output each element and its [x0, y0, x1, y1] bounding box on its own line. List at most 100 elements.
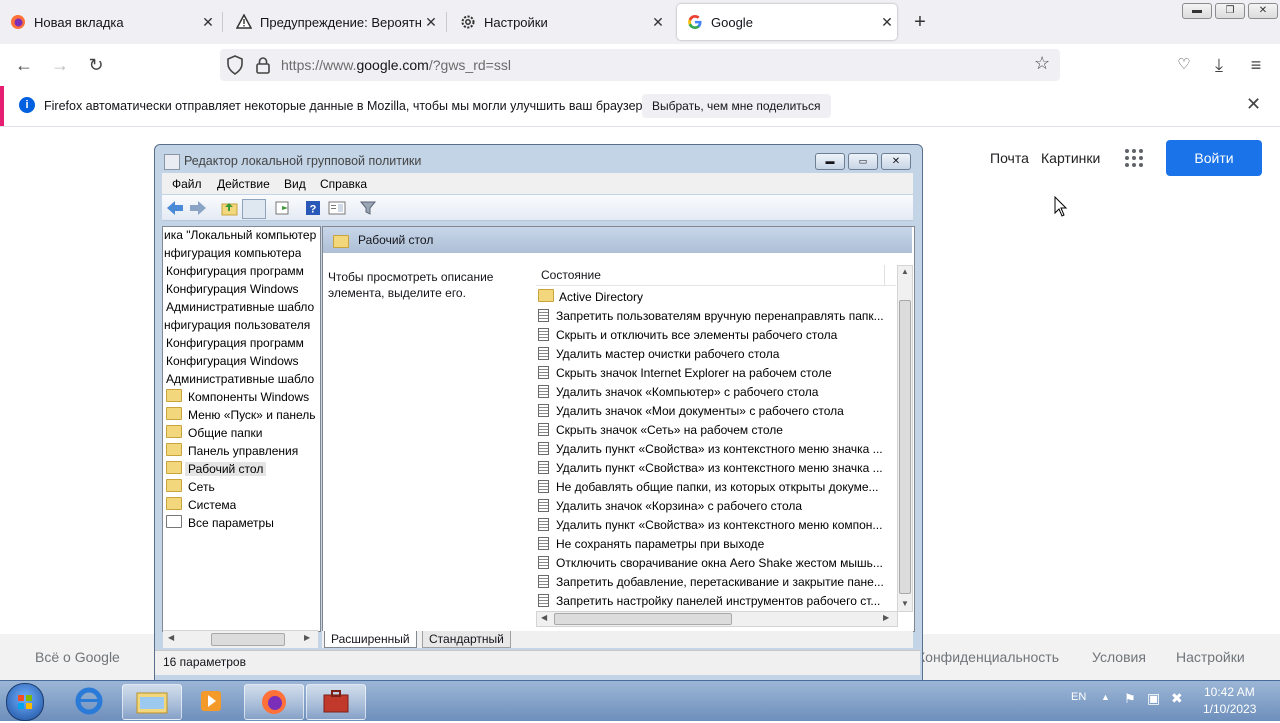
internet-explorer-icon[interactable] — [60, 684, 118, 718]
menu-icon[interactable]: ≡ — [1244, 53, 1268, 77]
menu-help[interactable]: Справка — [320, 177, 367, 191]
scroll-left-icon[interactable]: ◀ — [168, 633, 174, 642]
privacy-link[interactable]: Конфиденциальность — [917, 649, 1059, 665]
list-item[interactable]: Скрыть значок «Сеть» на рабочем столе — [538, 421, 783, 440]
close-icon[interactable]: ✕ — [877, 14, 897, 31]
action-center-flag-icon[interactable]: ⚑ — [1124, 691, 1136, 707]
close-icon[interactable]: ✕ — [421, 14, 441, 31]
gmail-link[interactable]: Почта — [990, 150, 1029, 166]
gpedit-icon[interactable] — [306, 684, 366, 720]
tree-item[interactable]: Панель управления — [166, 442, 298, 460]
url-bar[interactable]: https://www.google.com/?gws_rd=ssl ☆ — [220, 49, 1060, 81]
download-icon[interactable]: ⤓ — [1207, 53, 1231, 77]
restore-button[interactable]: ❐ — [1215, 3, 1245, 19]
tree-item[interactable]: Конфигурация программ — [166, 334, 304, 352]
tree-item[interactable]: Конфигурация Windows — [166, 352, 299, 370]
url-text[interactable]: https://www.google.com/?gws_rd=ssl — [281, 57, 511, 73]
help-icon[interactable]: ? — [305, 200, 323, 216]
list-item[interactable]: Не добавлять общие папки, из которых отк… — [538, 478, 879, 497]
lock-icon[interactable] — [256, 56, 270, 77]
tree-item[interactable]: Меню «Пуск» и панель — [166, 406, 316, 424]
scroll-right-icon[interactable]: ▶ — [883, 613, 889, 622]
tree-item[interactable]: Конфигурация программ — [166, 262, 304, 280]
list-item[interactable]: Отключить сворачивание окна Aero Shake ж… — [538, 554, 883, 573]
tree-item[interactable]: Компоненты Windows — [166, 388, 309, 406]
tree-item[interactable]: Все параметры — [166, 514, 274, 532]
apps-grid-icon[interactable] — [1124, 148, 1144, 171]
tab-new-tab[interactable]: Новая вкладка ✕ — [0, 4, 218, 40]
tab-standard[interactable]: Стандартный — [422, 631, 511, 648]
volume-muted-icon[interactable]: ✖ — [1171, 690, 1183, 707]
reload-icon[interactable]: ↻ — [84, 53, 108, 77]
close-window-button[interactable]: ✕ — [1248, 3, 1278, 19]
settings-link[interactable]: Настройки — [1176, 649, 1245, 665]
properties-icon[interactable] — [328, 200, 346, 216]
tree-item[interactable]: ика "Локальный компьютер — [164, 226, 316, 244]
clock-date[interactable]: 1/10/2023 — [1203, 702, 1256, 716]
list-h-scrollbar[interactable]: ◀ ▶ — [536, 611, 898, 627]
about-google-link[interactable]: Всё о Google — [35, 649, 120, 665]
tab-extended[interactable]: Расширенный — [324, 631, 417, 648]
scroll-thumb[interactable] — [554, 613, 732, 625]
menu-action[interactable]: Действие — [217, 177, 270, 191]
signin-button[interactable]: Войти — [1166, 140, 1262, 176]
back-arrow-icon[interactable] — [166, 200, 184, 216]
list-item[interactable]: Запретить пользователям вручную перенапр… — [538, 307, 884, 326]
close-icon[interactable]: ✕ — [648, 14, 668, 31]
list-item[interactable]: Удалить значок «Мои документы» с рабочег… — [538, 402, 844, 421]
start-orb-icon[interactable] — [6, 683, 44, 721]
scroll-down-icon[interactable]: ▼ — [901, 599, 909, 608]
list-item[interactable]: Active Directory — [538, 288, 643, 307]
scroll-thumb[interactable] — [899, 300, 911, 594]
shield-icon[interactable] — [226, 55, 244, 78]
tab-warning[interactable]: Предупреждение: Вероятная у ✕ — [226, 4, 441, 40]
choose-data-button[interactable]: Выбрать, чем мне поделиться — [642, 94, 831, 118]
minimize-button[interactable]: ▬ — [1182, 3, 1212, 19]
column-state[interactable]: Состояние — [541, 268, 601, 282]
list-item[interactable]: Запретить настройку панелей инструментов… — [538, 592, 880, 611]
tree-item[interactable]: нфигурация пользователя — [164, 316, 310, 334]
list-v-scrollbar[interactable]: ▲ ▼ — [897, 265, 913, 612]
list-item[interactable]: Удалить значок «Корзина» с рабочего стол… — [538, 497, 802, 516]
images-link[interactable]: Картинки — [1041, 150, 1100, 166]
tree-item[interactable]: Система — [166, 496, 236, 514]
clock-time[interactable]: 10:42 AM — [1204, 685, 1255, 699]
forward-arrow-icon[interactable]: → — [48, 53, 72, 77]
tree-item[interactable]: Конфигурация Windows — [166, 280, 299, 298]
tab-google[interactable]: Google ✕ — [677, 4, 897, 40]
close-icon[interactable]: ✕ — [198, 14, 218, 31]
language-indicator[interactable]: EN — [1071, 691, 1086, 703]
show-tree-icon[interactable] — [242, 199, 266, 219]
forward-arrow-icon[interactable] — [189, 200, 207, 216]
scroll-left-icon[interactable]: ◀ — [541, 613, 547, 622]
export-list-icon[interactable] — [274, 200, 292, 216]
list-item[interactable]: Удалить пункт «Свойства» из контекстного… — [538, 516, 882, 535]
scroll-right-icon[interactable]: ▶ — [304, 633, 310, 642]
network-icon[interactable]: ▣ — [1147, 690, 1160, 707]
list-item[interactable]: Не сохранять параметры при выходе — [538, 535, 764, 554]
list-header[interactable]: Состояние — [536, 265, 896, 286]
tree-item[interactable]: Рабочий стол — [166, 460, 267, 478]
show-hidden-icons-icon[interactable]: ▲ — [1101, 692, 1110, 702]
close-notification-icon[interactable]: ✕ — [1246, 94, 1261, 115]
terms-link[interactable]: Условия — [1092, 649, 1146, 665]
tree-item[interactable]: Административные шабло — [166, 370, 314, 388]
list-item[interactable]: Удалить мастер очистки рабочего стола — [538, 345, 779, 364]
scroll-thumb[interactable] — [211, 633, 285, 646]
tab-settings[interactable]: Настройки ✕ — [450, 4, 668, 40]
gp-maximize-button[interactable]: ▭ — [848, 153, 878, 170]
list-item[interactable]: Скрыть значок Internet Explorer на рабоч… — [538, 364, 832, 383]
pocket-icon[interactable]: ♡ — [1172, 53, 1196, 77]
gp-close-button[interactable]: ✕ — [881, 153, 911, 170]
tree-h-scrollbar[interactable]: ◀ ▶ — [163, 630, 318, 648]
tree-item[interactable]: Общие папки — [166, 424, 262, 442]
gp-minimize-button[interactable]: ▬ — [815, 153, 845, 170]
tree-item[interactable]: Административные шабло — [166, 298, 314, 316]
tree-item[interactable]: нфигурация компьютера — [164, 244, 301, 262]
list-item[interactable]: Скрыть и отключить все элементы рабочего… — [538, 326, 837, 345]
scroll-up-icon[interactable]: ▲ — [901, 267, 909, 276]
up-folder-icon[interactable] — [221, 200, 239, 216]
list-item[interactable]: Запретить добавление, перетаскивание и з… — [538, 573, 884, 592]
list-item[interactable]: Удалить пункт «Свойства» из контекстного… — [538, 440, 883, 459]
menu-view[interactable]: Вид — [284, 177, 306, 191]
